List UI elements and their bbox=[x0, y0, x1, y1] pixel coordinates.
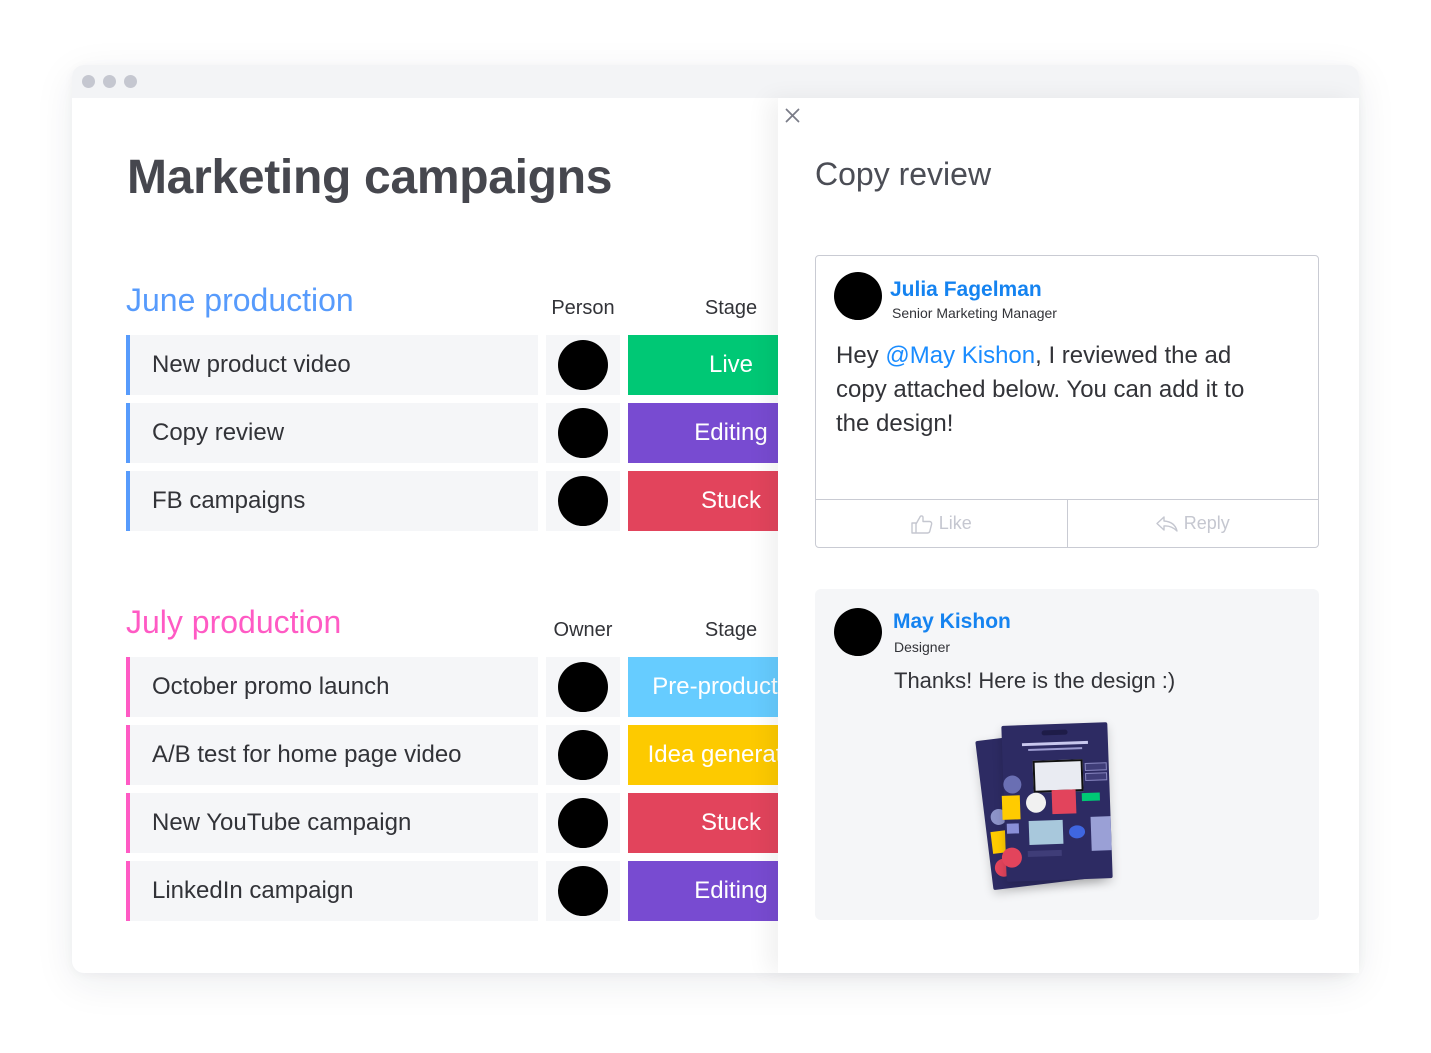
person-cell[interactable] bbox=[546, 403, 620, 463]
column-header-stage[interactable]: Stage bbox=[705, 297, 757, 320]
close-panel-button[interactable] bbox=[785, 108, 800, 123]
person-cell[interactable] bbox=[546, 335, 620, 395]
item-name[interactable]: October promo launch bbox=[130, 673, 389, 701]
like-label: Like bbox=[938, 513, 972, 533]
stage-label: Editing bbox=[694, 877, 768, 904]
mention-link[interactable]: @May Kishon bbox=[885, 342, 1035, 369]
reply-button[interactable]: Reply bbox=[1066, 500, 1319, 547]
stage-label: Live bbox=[708, 351, 754, 378]
avatar bbox=[834, 272, 882, 320]
stage-label: Editing bbox=[694, 419, 768, 446]
group-title[interactable]: June production bbox=[126, 282, 354, 319]
avatar bbox=[558, 476, 608, 526]
item-name[interactable]: A/B test for home page video bbox=[130, 741, 462, 769]
window-minimize-dot[interactable] bbox=[103, 75, 116, 88]
avatar bbox=[558, 340, 608, 390]
window-maximize-dot[interactable] bbox=[124, 75, 137, 88]
document-cover bbox=[1001, 722, 1113, 882]
reply-label: Reply bbox=[1183, 513, 1230, 533]
author-name[interactable]: Julia Fagelman bbox=[890, 278, 1042, 302]
item-row[interactable]: New YouTube campaign bbox=[126, 793, 538, 853]
group-title[interactable]: July production bbox=[126, 604, 341, 641]
column-header-person[interactable]: Person bbox=[551, 297, 614, 320]
stage-label: Stuck bbox=[700, 809, 762, 836]
avatar bbox=[558, 408, 608, 458]
item-name[interactable]: Copy review bbox=[130, 419, 284, 447]
author-avatar[interactable] bbox=[834, 608, 882, 656]
owner-cell[interactable] bbox=[546, 725, 620, 785]
owner-cell[interactable] bbox=[546, 657, 620, 717]
author-role: Senior Marketing Manager bbox=[892, 305, 1057, 321]
avatar bbox=[558, 866, 608, 916]
like-button[interactable]: Like bbox=[816, 500, 1067, 547]
reply-arrow-icon bbox=[1156, 515, 1178, 532]
column-header-owner[interactable]: Owner bbox=[554, 619, 613, 642]
owner-cell[interactable] bbox=[546, 793, 620, 853]
avatar bbox=[834, 608, 882, 656]
close-icon bbox=[785, 108, 800, 123]
item-name[interactable]: FB campaigns bbox=[130, 487, 305, 515]
attachment-thumbnail[interactable] bbox=[975, 720, 1120, 891]
reply-body: Thanks! Here is the design :) bbox=[894, 668, 1176, 693]
thumbs-up-icon bbox=[911, 514, 933, 534]
avatar bbox=[558, 798, 608, 848]
stage-label: Stuck bbox=[700, 487, 762, 514]
item-row[interactable]: LinkedIn campaign bbox=[126, 861, 538, 921]
author-name[interactable]: May Kishon bbox=[893, 610, 1011, 634]
column-header-stage[interactable]: Stage bbox=[705, 619, 757, 642]
update-body: Hey @May Kishon, I reviewed the ad copy … bbox=[836, 339, 1251, 441]
update-actions: Like Reply bbox=[816, 499, 1318, 547]
item-name[interactable]: New YouTube campaign bbox=[130, 809, 411, 837]
item-row[interactable]: New product video bbox=[126, 335, 538, 395]
update-text: Hey bbox=[836, 342, 886, 369]
item-name[interactable]: New product video bbox=[130, 351, 351, 379]
person-cell[interactable] bbox=[546, 471, 620, 531]
owner-cell[interactable] bbox=[546, 861, 620, 921]
window-close-dot[interactable] bbox=[82, 75, 95, 88]
avatar bbox=[558, 662, 608, 712]
item-row[interactable]: October promo launch bbox=[126, 657, 538, 717]
item-row[interactable]: A/B test for home page video bbox=[126, 725, 538, 785]
window-titlebar bbox=[72, 65, 1359, 98]
item-name[interactable]: LinkedIn campaign bbox=[130, 877, 353, 905]
panel-title: Copy review bbox=[815, 156, 992, 192]
item-row[interactable]: Copy review bbox=[126, 403, 538, 463]
author-role: Designer bbox=[894, 639, 951, 655]
page-title: Marketing campaigns bbox=[127, 151, 613, 204]
author-avatar[interactable] bbox=[834, 272, 882, 320]
avatar bbox=[558, 730, 608, 780]
item-row[interactable]: FB campaigns bbox=[126, 471, 538, 531]
